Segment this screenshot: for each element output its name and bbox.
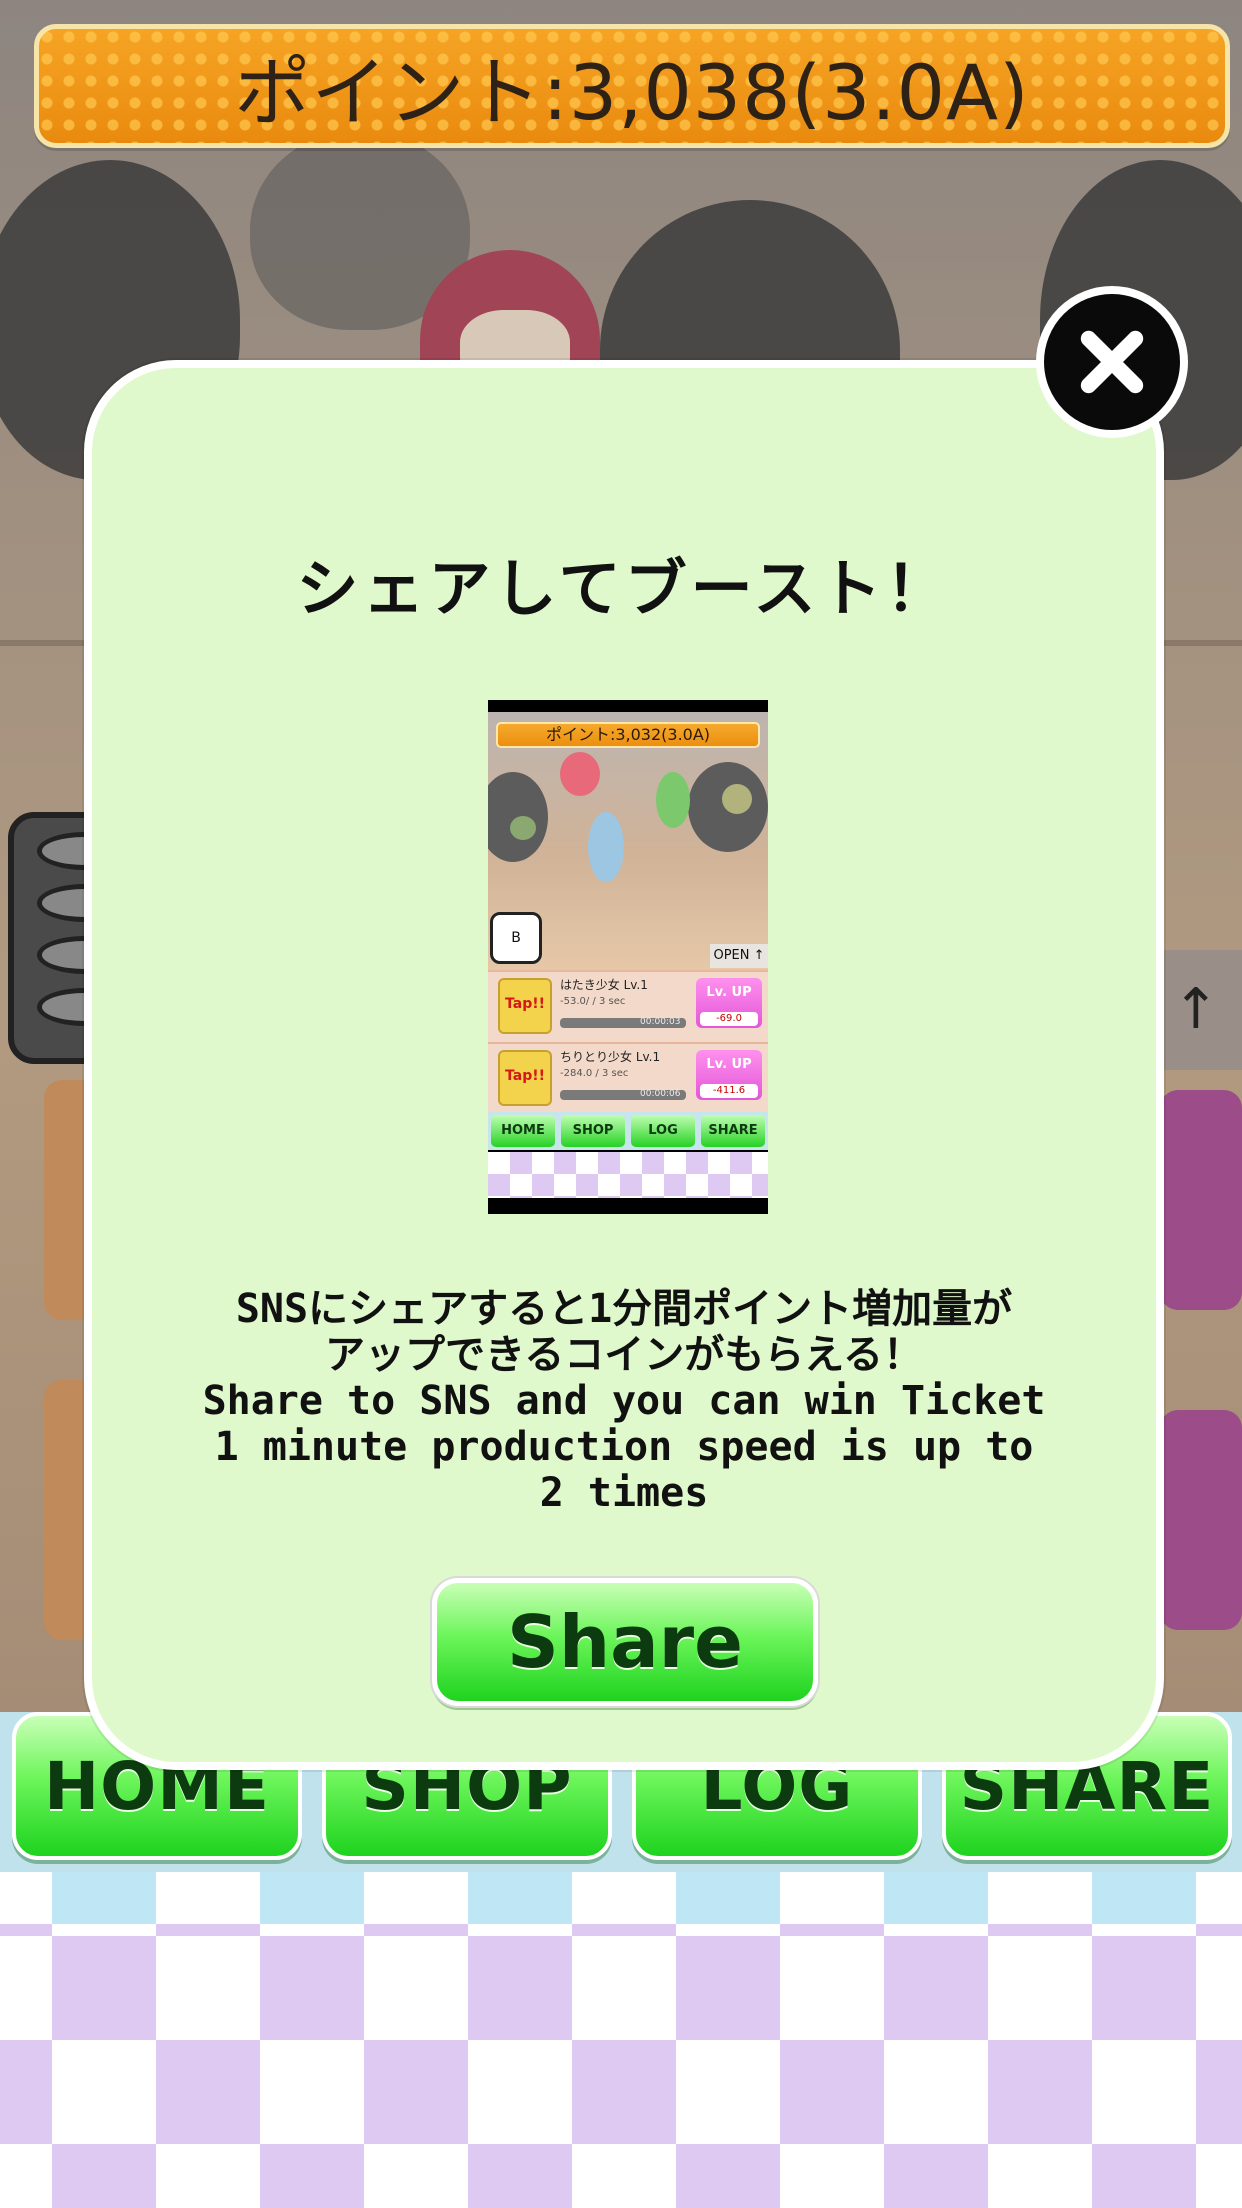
preview-character [722, 784, 752, 814]
preview-character [560, 752, 600, 796]
modal-title: シェアしてブースト！ [296, 552, 952, 625]
preview-coin-icon: B [490, 912, 542, 964]
preview-unit-rate: -53.0/ / 3 sec [560, 996, 626, 1007]
preview-points-bar: ポイント:3,032(3.0A) [496, 722, 760, 748]
preview-nav-log: LOG [631, 1115, 695, 1147]
preview-scene: ポイント:3,032(3.0A) B OPEN ↑ [488, 712, 768, 970]
points-text: ポイント:3,038(3.0A) [234, 48, 1030, 137]
preview-checkered-floor [488, 1152, 768, 1198]
preview-unit-row: Tap!! ちりとり少女 Lv.1 -284.0 / 3 sec 00:00:0… [488, 1042, 768, 1114]
preview-unit-rate: -284.0 / 3 sec [560, 1068, 629, 1079]
preview-lvup-cost: -69.0 [700, 1012, 758, 1026]
arrow-up-icon: ↑ [1172, 977, 1220, 1042]
modal-description: SNSにシェアすると1分間ポイント増加量が アップできるコインがもらえる！ Sh… [202, 1286, 1046, 1516]
preview-tap-button: Tap!! [498, 1050, 552, 1106]
preview-nav-shop: SHOP [561, 1115, 625, 1147]
checkered-floor-edge [0, 1872, 1242, 1924]
preview-character [588, 812, 624, 882]
share-button-label: Share [506, 1600, 744, 1684]
preview-character [510, 816, 536, 840]
preview-timer: 00:00:06 [640, 1089, 681, 1099]
preview-unit-name: はたき少女 Lv.1 [560, 978, 648, 992]
preview-lvup-cost: -411.6 [700, 1084, 758, 1098]
level-up-button[interactable] [1160, 1410, 1242, 1630]
close-button[interactable] [1036, 286, 1188, 438]
preview-nav: HOME SHOP LOG SHARE [488, 1112, 768, 1150]
preview-nav-share: SHARE [701, 1115, 765, 1147]
preview-unit-name: ちりとり少女 Lv.1 [560, 1050, 661, 1064]
preview-character [656, 772, 690, 828]
screenshot-preview: ポイント:3,032(3.0A) B OPEN ↑ Tap!! はたき少女 Lv… [488, 700, 768, 1214]
share-button[interactable]: Share [432, 1578, 818, 1706]
share-modal: シェアしてブースト！ ポイント:3,032(3.0A) B OPEN ↑ Tap… [84, 360, 1164, 1770]
preview-open-button: OPEN ↑ [710, 944, 768, 968]
points-bar: ポイント:3,038(3.0A) [34, 24, 1230, 148]
level-up-button[interactable] [1160, 1090, 1242, 1310]
preview-tap-button: Tap!! [498, 978, 552, 1034]
preview-nav-home: HOME [491, 1115, 555, 1147]
preview-timer: 00:00:03 [640, 1017, 681, 1027]
close-icon [1080, 330, 1144, 394]
preview-unit-row: Tap!! はたき少女 Lv.1 -53.0/ / 3 sec 00:00:03… [488, 970, 768, 1042]
